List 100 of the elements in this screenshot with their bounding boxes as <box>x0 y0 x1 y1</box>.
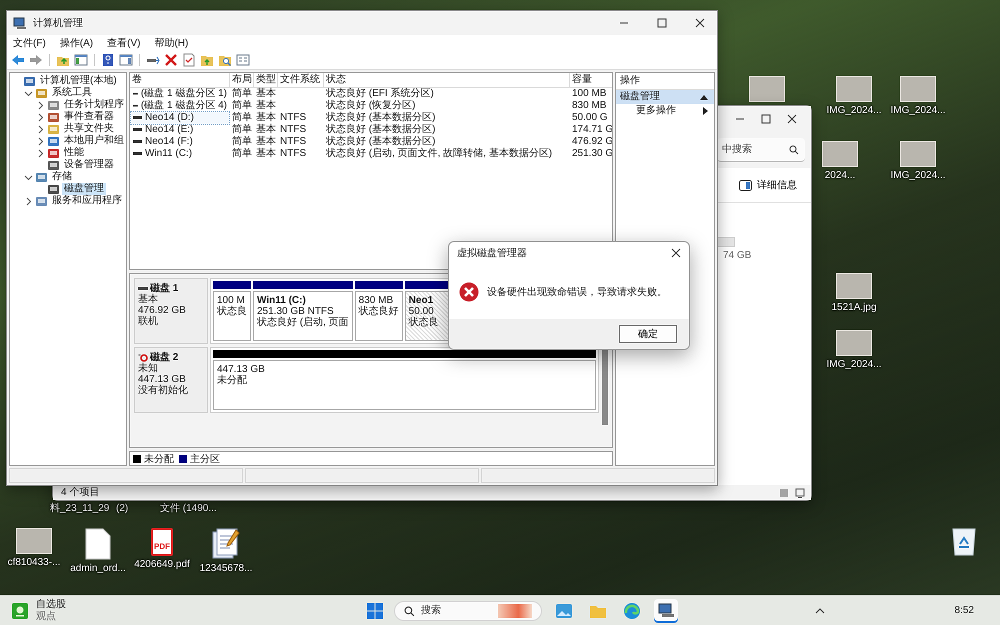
back-arrow-icon[interactable] <box>11 53 25 67</box>
properties-icon[interactable] <box>236 53 250 67</box>
photo-thumbnail[interactable] <box>836 330 872 356</box>
tree-item[interactable]: 事件查看器 <box>62 111 116 123</box>
clock-time[interactable]: 8:52 <box>954 605 974 616</box>
table-cell-text: 简单 <box>231 124 253 136</box>
tree-item[interactable]: 服务和应用程序 <box>50 195 124 207</box>
disk-info-text: 联机 <box>138 316 159 327</box>
tree-item[interactable]: 设备管理器 <box>62 159 116 171</box>
column-header[interactable]: 状态 <box>324 73 570 87</box>
partition-block[interactable]: 100 M 状态良 <box>213 291 251 341</box>
volume-name: (磁盘 1 磁盘分区 1) <box>140 88 227 100</box>
widget-subtitle: 观点 <box>36 610 57 622</box>
table-cell-text: 基本 <box>255 136 277 148</box>
table-cell[interactable]: Win11 (C:) <box>130 147 230 161</box>
tree-item[interactable]: 计算机管理(本地) <box>38 75 119 87</box>
column-header[interactable]: 布局 <box>230 73 254 87</box>
details-pane-button[interactable]: 详细信息 <box>735 176 801 194</box>
partition-block[interactable]: 447.13 GB 未分配 <box>213 360 596 410</box>
expand-chevron-icon[interactable] <box>36 148 45 158</box>
tree-item[interactable]: 本地用户和组 <box>62 135 126 147</box>
search-field[interactable]: 中搜索 <box>717 138 805 162</box>
drive-icon <box>133 92 138 96</box>
table-cell[interactable]: Neo14 (F:) <box>130 135 230 149</box>
photo-thumbnail[interactable] <box>822 141 858 167</box>
disk-info-panel[interactable]: 磁盘 2 未知 447.13 GB 没有初始化 <box>134 347 208 413</box>
column-header[interactable]: 文件系统 <box>278 73 324 87</box>
table-cell[interactable]: Neo14 (E:) <box>130 123 230 137</box>
photos-icon <box>555 602 573 618</box>
disk-info-text: 447.13 GB <box>138 374 187 385</box>
details-view-icon[interactable] <box>779 488 789 498</box>
folder-search-icon[interactable] <box>218 53 232 67</box>
partition-block[interactable]: 830 MB 状态良好 <box>354 291 403 341</box>
notes-document-icon[interactable] <box>212 528 240 560</box>
tree-item[interactable]: 共享文件夹 <box>62 123 116 135</box>
partition-block[interactable]: Win11 (C:) 251.30 GB NTFS 状态良好 (启动, 页面 <box>253 291 353 341</box>
expand-chevron-icon[interactable] <box>24 196 33 206</box>
help-icon[interactable] <box>101 53 115 67</box>
close-button[interactable] <box>787 114 797 124</box>
action-pane-icon[interactable] <box>119 53 133 67</box>
tree-item[interactable]: 任务计划程序 <box>62 99 126 111</box>
recycle-bin-icon[interactable] <box>951 526 977 556</box>
blank-document-icon[interactable] <box>85 528 111 560</box>
menu-item[interactable]: 文件(F) <box>13 36 46 50</box>
table-cell[interactable]: Neo14 (D:) <box>130 111 230 125</box>
column-header[interactable]: 卷 <box>130 73 230 87</box>
gauge-icon <box>47 146 60 160</box>
ok-button[interactable]: 确定 <box>619 325 677 343</box>
maximize-button[interactable] <box>761 114 771 124</box>
photo-thumbnail[interactable] <box>836 273 872 299</box>
column-header[interactable]: 容量 <box>570 73 612 87</box>
table-cell-text: NTFS <box>279 148 308 160</box>
expand-chevron-icon[interactable] <box>36 100 45 110</box>
table-cell-text: 状态良好 (基本数据分区) <box>325 112 436 124</box>
show-hidden-icons-chevron[interactable] <box>814 607 825 614</box>
photo-thumbnail[interactable] <box>900 76 936 102</box>
partition-info: 251.30 GB NTFS <box>257 306 335 317</box>
collapse-chevron-icon[interactable] <box>24 172 33 182</box>
file-name-label: 文件 (1490... <box>160 503 217 515</box>
disk-info-panel[interactable]: 磁盘 1 基本 476.92 GB 联机 <box>134 278 208 344</box>
services-icon <box>35 194 48 208</box>
photo-thumbnail[interactable] <box>749 76 785 102</box>
expand-chevron-icon[interactable] <box>36 136 45 146</box>
menu-item[interactable]: 查看(V) <box>107 36 140 50</box>
folder-arrow-icon[interactable] <box>200 53 214 67</box>
close-button[interactable] <box>695 18 705 28</box>
file-name-label: IMG_2024... <box>890 105 946 117</box>
start-button[interactable] <box>366 602 384 620</box>
tree-item[interactable]: 磁盘管理 <box>62 183 106 195</box>
collapse-chevron-icon[interactable] <box>24 88 33 98</box>
users-icon <box>47 134 60 148</box>
expand-chevron-icon[interactable] <box>36 124 45 134</box>
close-button[interactable] <box>671 248 681 258</box>
taskbar-app-button[interactable] <box>654 598 678 622</box>
menu-item[interactable]: 帮助(H) <box>154 36 188 50</box>
tiles-view-icon[interactable] <box>795 488 805 498</box>
console-tree-icon[interactable] <box>74 53 88 67</box>
delete-icon[interactable] <box>164 53 178 67</box>
table-cell[interactable]: (磁盘 1 磁盘分区 1) <box>130 87 230 101</box>
tree-item[interactable]: 性能 <box>62 147 86 159</box>
file-name-label: 1521A.jpg <box>831 302 877 314</box>
widget-title[interactable]: 自选股 <box>36 598 66 610</box>
menu-item[interactable]: 操作(A) <box>60 36 94 50</box>
pdf-file-icon[interactable]: PDF <box>151 528 173 556</box>
table-cell[interactable]: (磁盘 1 磁盘分区 4) <box>130 99 230 113</box>
actions-group-header[interactable]: 磁盘管理 <box>616 90 714 104</box>
forward-arrow-icon[interactable] <box>29 53 43 67</box>
photo-thumbnail[interactable] <box>16 528 52 554</box>
column-header[interactable]: 类型 <box>254 73 278 87</box>
table-cell-text: 简单 <box>231 136 253 148</box>
tree-item[interactable]: 系统工具 <box>50 87 94 99</box>
maximize-button[interactable] <box>657 18 667 28</box>
expand-chevron-icon[interactable] <box>36 112 45 122</box>
volume-name: Win11 (C:) <box>145 148 192 160</box>
action-link[interactable]: 更多操作 <box>636 105 676 117</box>
checklist-icon[interactable] <box>182 53 196 67</box>
tree-item[interactable]: 存储 <box>50 171 74 183</box>
photo-thumbnail[interactable] <box>836 76 872 102</box>
photo-thumbnail[interactable] <box>900 141 936 167</box>
stock-widget-icon[interactable] <box>12 602 28 618</box>
